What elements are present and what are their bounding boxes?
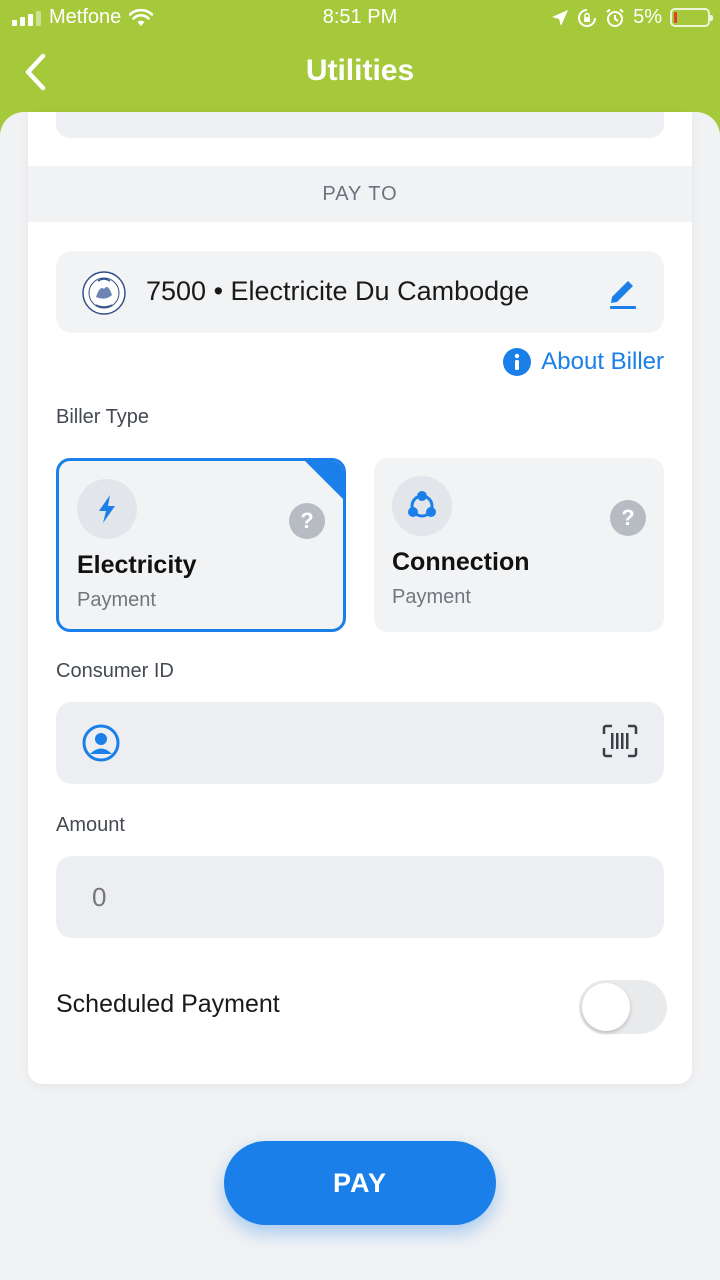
about-biller-label: About Biller xyxy=(541,348,664,375)
help-icon[interactable]: ? xyxy=(289,503,325,539)
page-title: Utilities xyxy=(305,54,415,87)
pencil-icon[interactable] xyxy=(608,275,638,309)
battery-icon xyxy=(670,8,713,27)
amount-field[interactable] xyxy=(56,856,664,938)
nav-bar: Utilities xyxy=(0,40,720,104)
pay-to-section-header: PAY TO xyxy=(28,166,692,222)
help-icon[interactable]: ? xyxy=(610,500,646,536)
amount-label: Amount xyxy=(56,814,125,836)
type-subtitle: Payment xyxy=(392,586,471,608)
connection-icon-circle xyxy=(392,476,452,536)
alarm-icon xyxy=(606,8,624,27)
about-biller-link[interactable]: About Biller xyxy=(503,348,664,376)
scheduled-payment-label: Scheduled Payment xyxy=(56,990,280,1018)
biller-type-connection[interactable]: ? Connection Payment xyxy=(374,458,664,632)
lightning-icon xyxy=(99,495,115,523)
info-icon xyxy=(503,348,532,376)
payment-form-card: PAY TO 7500 • Electricite Du Cambodge Ab… xyxy=(28,112,692,1084)
biller-type-electricity[interactable]: ? Electricity Payment xyxy=(56,458,346,632)
amount-input[interactable] xyxy=(92,856,592,938)
status-bar: Metfone 8:51 PM 5% xyxy=(0,0,720,36)
previous-field[interactable] xyxy=(56,112,664,138)
biller-name: 7500 • Electricite Du Cambodge xyxy=(146,276,530,306)
status-right: 5% xyxy=(551,6,713,29)
consumer-id-field[interactable] xyxy=(56,702,664,784)
rotation-lock-icon xyxy=(578,8,597,27)
electricity-icon-circle xyxy=(77,479,137,539)
edc-seal-logo xyxy=(82,271,126,315)
biller-type-label: Biller Type xyxy=(56,406,150,428)
barcode-scan-icon[interactable] xyxy=(602,724,638,758)
consumer-id-label: Consumer ID xyxy=(56,660,174,682)
selected-corner-marker xyxy=(304,461,343,500)
battery-percent: 5% xyxy=(633,6,662,28)
pay-button[interactable]: PAY xyxy=(224,1141,496,1225)
type-title: Connection xyxy=(392,548,530,576)
user-circle-icon xyxy=(82,724,120,762)
biller-selector[interactable]: 7500 • Electricite Du Cambodge xyxy=(56,251,664,333)
content-sheet: PAY TO 7500 • Electricite Du Cambodge Ab… xyxy=(0,112,720,1280)
connection-icon xyxy=(408,491,436,518)
scheduled-payment-toggle[interactable] xyxy=(579,980,667,1034)
location-icon xyxy=(552,9,569,26)
type-title: Electricity xyxy=(77,551,197,579)
type-subtitle: Payment xyxy=(77,589,156,611)
toggle-knob xyxy=(582,983,630,1031)
